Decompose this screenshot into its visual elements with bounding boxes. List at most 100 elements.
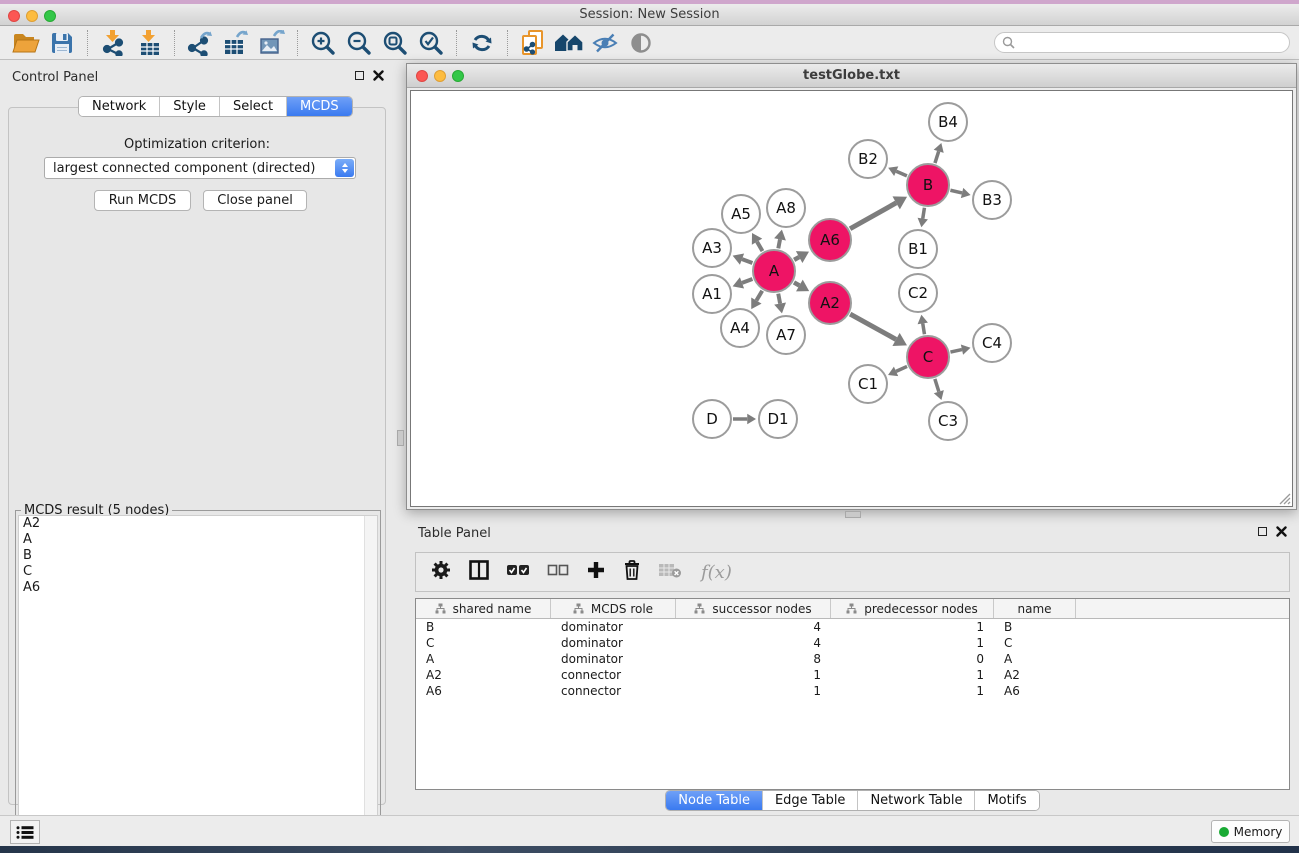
network-canvas[interactable]: AA1A2A3A4A5A6A7A8BB1B2B3B4CC1C2C3C4DD1 [410, 90, 1293, 507]
table-cell: 1 [676, 667, 831, 683]
optimization-criterion-select[interactable]: largest connected component (directed) [44, 157, 356, 179]
graph-edge-A-A8[interactable] [778, 239, 780, 248]
tab-network[interactable]: Network [79, 97, 160, 116]
maximize-window-button[interactable] [44, 10, 56, 22]
search-field[interactable] [994, 32, 1290, 53]
horizontal-splitter-handle[interactable] [845, 511, 861, 518]
graph-edge-A-A5[interactable] [757, 242, 762, 251]
zoom-in-button[interactable] [305, 28, 341, 58]
graph-edge-B-B1[interactable] [923, 208, 925, 219]
mcds-result-item[interactable]: A6 [19, 580, 377, 596]
mcds-result-item[interactable]: A [19, 532, 377, 548]
tab-node-table[interactable]: Node Table [666, 791, 763, 810]
search-input[interactable] [1015, 36, 1265, 50]
import-table-button[interactable] [131, 28, 167, 58]
minimize-network-window-button[interactable] [434, 70, 446, 82]
close-panel-icon[interactable] [1276, 526, 1287, 537]
run-mcds-button[interactable]: Run MCDS [94, 190, 191, 211]
zoom-fit-button[interactable] [377, 28, 413, 58]
graph-edge-B-B3[interactable] [950, 190, 962, 193]
resize-grip-icon[interactable] [1277, 491, 1291, 505]
task-history-button[interactable] [10, 820, 40, 844]
graph-edge-A6-B[interactable] [850, 203, 896, 229]
float-panel-icon[interactable] [1258, 527, 1267, 536]
export-table-button[interactable] [218, 28, 254, 58]
graph-edge-A-A7[interactable] [778, 294, 780, 304]
close-network-window-button[interactable] [416, 70, 428, 82]
deselect-all-button[interactable] [547, 563, 569, 581]
zoom-selected-button[interactable] [413, 28, 449, 58]
column-header-name[interactable]: name [994, 599, 1076, 618]
tab-motifs[interactable]: Motifs [975, 791, 1038, 810]
import-network-button[interactable] [95, 28, 131, 58]
mcds-result-item[interactable]: C [19, 564, 377, 580]
zoom-selected-icon [418, 30, 444, 56]
tab-mcds[interactable]: MCDS [287, 97, 352, 116]
result-scrollbar[interactable] [364, 516, 377, 847]
tab-edge-table[interactable]: Edge Table [763, 791, 858, 810]
table-cell: 4 [676, 619, 831, 635]
close-panel-button[interactable]: Close panel [203, 190, 307, 211]
graph-edge-A-A3[interactable] [742, 259, 752, 263]
delete-table-button[interactable] [658, 562, 682, 582]
table-row[interactable]: A6connector11A6 [416, 683, 1289, 699]
column-header-label: MCDS role [591, 602, 653, 616]
column-header-successor-nodes[interactable]: successor nodes [676, 599, 831, 618]
graph-node-label: A3 [702, 239, 722, 257]
table-cell: A [416, 651, 551, 667]
open-session-button[interactable] [8, 28, 44, 58]
select-all-button[interactable] [506, 563, 530, 581]
home-button[interactable] [551, 28, 587, 58]
float-panel-icon[interactable] [355, 71, 364, 80]
table-settings-button[interactable] [430, 559, 452, 585]
graph-edge-C-C4[interactable] [950, 350, 961, 353]
network-window-titlebar[interactable]: testGlobe.txt [407, 64, 1296, 88]
column-header-mcds-role[interactable]: MCDS role [551, 599, 676, 618]
add-column-button[interactable] [586, 560, 606, 584]
graph-node-label: D1 [767, 410, 788, 428]
close-window-button[interactable] [8, 10, 20, 22]
hide-details-button[interactable] [587, 28, 623, 58]
graph-edge-C-C1[interactable] [896, 366, 907, 371]
tab-network-table[interactable]: Network Table [858, 791, 975, 810]
minimize-window-button[interactable] [26, 10, 38, 22]
table-cell: dominator [551, 651, 676, 667]
vertical-splitter-handle[interactable] [397, 430, 404, 446]
list-icon [16, 825, 34, 840]
export-image-button[interactable] [254, 28, 290, 58]
graph-edge-A-A6[interactable] [794, 257, 799, 260]
function-builder-button[interactable]: f(x) [701, 562, 732, 583]
column-header-predecessor-nodes[interactable]: predecessor nodes [831, 599, 994, 618]
hide-eye-icon [592, 32, 618, 54]
close-panel-icon[interactable] [373, 70, 384, 81]
show-columns-button[interactable] [469, 560, 489, 584]
clone-network-button[interactable] [515, 28, 551, 58]
graph-edge-B-B4[interactable] [935, 151, 939, 163]
save-session-button[interactable] [44, 28, 80, 58]
tab-select[interactable]: Select [220, 97, 287, 116]
table-row[interactable]: Cdominator41C [416, 635, 1289, 651]
graph-edge-A-A2[interactable] [794, 282, 799, 285]
memory-button[interactable]: Memory [1211, 820, 1290, 843]
mcds-result-item[interactable]: B [19, 548, 377, 564]
export-network-button[interactable] [182, 28, 218, 58]
table-cell: 4 [676, 635, 831, 651]
graph-edge-A-A4[interactable] [756, 291, 762, 301]
delete-column-button[interactable] [623, 559, 641, 585]
show-details-button[interactable] [623, 28, 659, 58]
table-row[interactable]: Adominator80A [416, 651, 1289, 667]
column-header-shared-name[interactable]: shared name [416, 599, 551, 618]
refresh-layout-button[interactable] [464, 28, 500, 58]
maximize-network-window-button[interactable] [452, 70, 464, 82]
graph-edge-C-C3[interactable] [935, 379, 939, 392]
graph-node-label: B4 [938, 113, 958, 131]
table-row[interactable]: A2connector11A2 [416, 667, 1289, 683]
graph-edge-C-C2[interactable] [923, 323, 925, 334]
mcds-result-item[interactable]: A2 [19, 516, 377, 532]
tab-style[interactable]: Style [160, 97, 220, 116]
graph-edge-A2-C[interactable] [850, 314, 896, 339]
graph-edge-A-A1[interactable] [742, 279, 752, 283]
table-row[interactable]: Bdominator41B [416, 619, 1289, 635]
graph-edge-B-B2[interactable] [896, 171, 907, 176]
zoom-out-button[interactable] [341, 28, 377, 58]
